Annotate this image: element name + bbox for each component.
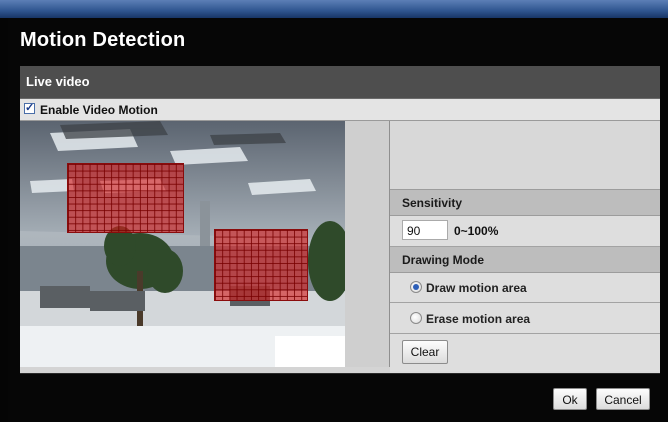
draw-motion-area-label[interactable]: Draw motion area bbox=[426, 281, 527, 295]
check-icon: ✓ bbox=[25, 102, 35, 114]
live-video-header: Live video bbox=[20, 66, 660, 99]
live-video-feed[interactable] bbox=[20, 121, 345, 367]
video-side-gap bbox=[345, 121, 390, 367]
sensitivity-range: 0~100% bbox=[454, 224, 499, 238]
sensitivity-label: Sensitivity bbox=[402, 196, 463, 210]
sensitivity-row: 90 0~100% bbox=[390, 216, 660, 247]
window-title-bar bbox=[0, 0, 668, 18]
enable-video-motion-label[interactable]: Enable Video Motion bbox=[40, 103, 158, 117]
panel-spacer bbox=[390, 121, 660, 190]
enable-video-motion-row: ✓ Enable Video Motion bbox=[20, 99, 660, 121]
dialog-title: Motion Detection bbox=[20, 29, 186, 51]
erase-motion-area-row[interactable]: Erase motion area bbox=[390, 303, 660, 334]
clear-row: Clear bbox=[390, 334, 660, 371]
cancel-button[interactable]: Cancel bbox=[596, 388, 650, 410]
section-title: Live video bbox=[26, 74, 90, 89]
motion-area-2[interactable] bbox=[214, 229, 308, 301]
draw-motion-area-radio[interactable] bbox=[410, 281, 422, 293]
motion-area-1[interactable] bbox=[67, 163, 184, 233]
clear-button[interactable]: Clear bbox=[402, 340, 448, 364]
enable-video-motion-checkbox[interactable]: ✓ bbox=[24, 103, 35, 114]
live-video-content: ✓ Enable Video Motion Sensitivity 90 0~1… bbox=[20, 99, 660, 373]
settings-panel: Sensitivity 90 0~100% Drawing Mode Draw … bbox=[390, 121, 660, 373]
drawing-mode-label: Drawing Mode bbox=[402, 253, 485, 267]
ok-button[interactable]: Ok bbox=[553, 388, 587, 410]
footer-divider bbox=[20, 373, 660, 374]
draw-motion-area-row[interactable]: Draw motion area bbox=[390, 273, 660, 303]
drawing-mode-header: Drawing Mode bbox=[390, 247, 660, 273]
sensitivity-input[interactable]: 90 bbox=[402, 220, 448, 240]
motion-detection-dialog: Motion Detection Live video ✓ Enable Vid… bbox=[8, 18, 660, 422]
sensitivity-header: Sensitivity bbox=[390, 190, 660, 216]
erase-motion-area-radio[interactable] bbox=[410, 312, 422, 324]
erase-motion-area-label[interactable]: Erase motion area bbox=[426, 312, 530, 326]
